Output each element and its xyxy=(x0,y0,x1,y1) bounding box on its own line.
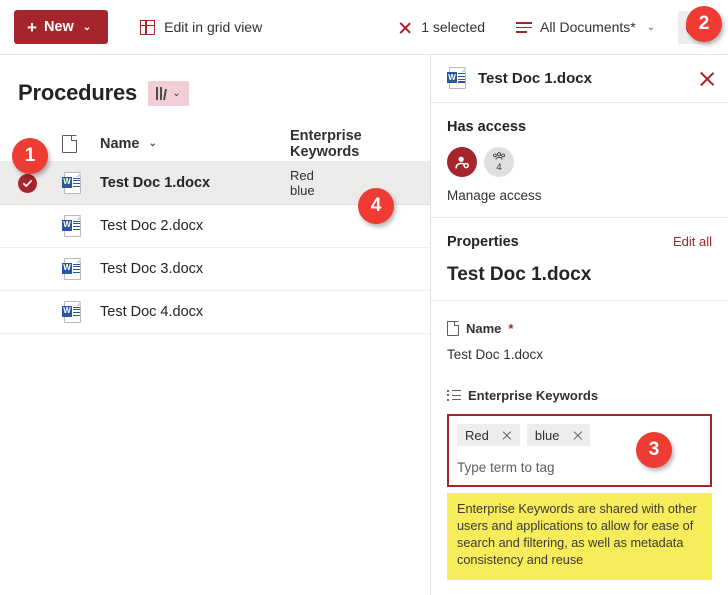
chevron-down-icon: ⌄ xyxy=(172,87,181,99)
document-icon xyxy=(62,134,77,153)
name-field-label: Name xyxy=(466,321,502,336)
access-avatars: 4 xyxy=(447,147,712,177)
word-file-icon: W xyxy=(62,171,100,195)
filter-list-icon xyxy=(515,19,532,36)
required-asterisk: * xyxy=(508,321,514,336)
tag-list-icon xyxy=(447,389,461,402)
has-access-section: Has access 4 Manage access xyxy=(431,103,728,217)
avatar-group[interactable]: 4 xyxy=(484,147,514,177)
table-row[interactable]: W Test Doc 3.docx xyxy=(0,248,430,291)
name-field: Name * Test Doc 1.docx xyxy=(431,321,728,362)
new-button[interactable]: + New ⌄ xyxy=(14,10,109,44)
divider xyxy=(431,300,728,301)
word-icon-letter: W xyxy=(62,176,72,188)
plus-icon: + xyxy=(27,17,37,37)
word-icon-letter: W xyxy=(62,305,72,317)
callout-badge-4: 4 xyxy=(358,188,394,224)
page-title: Procedures xyxy=(18,80,138,105)
details-panel-title: Test Doc 1.docx xyxy=(478,70,592,87)
command-bar: + New ⌄ Edit in grid view 1 selected All… xyxy=(0,0,728,55)
table-row[interactable]: W Test Doc 4.docx xyxy=(0,291,430,334)
enterprise-keywords-label-row: Enterprise Keywords xyxy=(447,388,712,403)
row-keywords[interactable]: Red blue xyxy=(290,168,430,198)
word-icon-letter: W xyxy=(62,262,72,274)
edit-all-link[interactable]: Edit all xyxy=(673,234,712,249)
name-field-label-row: Name * xyxy=(447,321,712,336)
close-icon xyxy=(396,19,413,36)
row-file-name[interactable]: Test Doc 1.docx xyxy=(100,175,290,191)
word-file-icon: W xyxy=(62,300,100,324)
person-icon xyxy=(454,156,469,169)
view-selector-label: All Documents* xyxy=(540,19,636,35)
properties-file-title: Test Doc 1.docx xyxy=(447,264,592,285)
columns-icon xyxy=(156,86,168,100)
word-file-icon: W xyxy=(447,67,467,90)
details-panel-header: W Test Doc 1.docx xyxy=(431,55,728,103)
document-icon xyxy=(447,321,459,336)
chevron-down-icon: ⌄ xyxy=(82,21,92,33)
details-panel: W Test Doc 1.docx Has access 4 Manage ac… xyxy=(430,55,728,595)
view-options-chip[interactable]: ⌄ xyxy=(148,80,189,106)
avatar[interactable] xyxy=(447,147,477,177)
new-button-label: New xyxy=(43,19,74,35)
remove-keyword-icon[interactable] xyxy=(502,430,513,441)
view-selector-button[interactable]: All Documents* ⌄ xyxy=(506,10,664,44)
access-group-count: 4 xyxy=(496,161,502,173)
enterprise-keywords-field: Enterprise Keywords xyxy=(431,388,728,403)
document-list-region: Procedures ⌄ Name ⌄ Enterprise Keywords xyxy=(0,55,430,595)
properties-section: Properties Edit all Test Doc 1.docx xyxy=(431,218,728,300)
list-column-header: Name ⌄ Enterprise Keywords xyxy=(0,126,430,162)
row-file-name[interactable]: Test Doc 3.docx xyxy=(100,261,290,277)
remove-keyword-icon[interactable] xyxy=(572,430,583,441)
library-title-row: Procedures ⌄ xyxy=(0,55,430,106)
name-field-value[interactable]: Test Doc 1.docx xyxy=(447,347,712,362)
close-icon[interactable] xyxy=(698,70,716,88)
sharepoint-document-library-screen: + New ⌄ Edit in grid view 1 selected All… xyxy=(0,0,728,595)
edit-in-grid-view-label: Edit in grid view xyxy=(164,19,263,35)
keyword-chip[interactable]: blue xyxy=(526,424,591,446)
chevron-down-icon: ⌄ xyxy=(148,138,157,149)
row-checkbox-selected[interactable] xyxy=(18,173,62,193)
keyword-chip-label: blue xyxy=(534,427,560,443)
row-file-name[interactable]: Test Doc 4.docx xyxy=(100,304,290,320)
manage-access-link[interactable]: Manage access xyxy=(447,188,712,203)
keyword-chip[interactable]: Red xyxy=(457,424,520,446)
enterprise-keywords-label: Enterprise Keywords xyxy=(468,388,599,403)
column-header-name-label: Name xyxy=(100,135,140,152)
edit-in-grid-view-button[interactable]: Edit in grid view xyxy=(130,10,271,44)
row-keyword-value: Red xyxy=(290,168,314,183)
selection-count-label: 1 selected xyxy=(421,19,486,35)
callout-badge-1: 1 xyxy=(12,138,48,174)
word-file-icon: W xyxy=(62,214,100,238)
callout-badge-3: 3 xyxy=(636,432,672,468)
people-icon xyxy=(493,152,505,160)
has-access-title: Has access xyxy=(447,119,527,135)
file-type-column-header[interactable] xyxy=(62,134,100,153)
word-icon-letter: W xyxy=(447,72,457,83)
properties-title: Properties xyxy=(447,234,519,250)
chevron-down-icon: ⌄ xyxy=(646,21,656,33)
column-header-name[interactable]: Name ⌄ xyxy=(100,136,290,152)
enterprise-keywords-input-box[interactable]: Red blue Type term to tag xyxy=(447,414,712,487)
grid-icon xyxy=(139,19,156,36)
keyword-chip-label: Red xyxy=(465,427,489,443)
checkmark-icon xyxy=(18,173,37,193)
enterprise-keywords-tooltip: Enterprise Keywords are shared with othe… xyxy=(447,493,712,580)
column-header-enterprise-keywords[interactable]: Enterprise Keywords xyxy=(290,128,430,160)
callout-badge-2: 2 xyxy=(686,6,722,42)
word-file-icon: W xyxy=(62,257,100,281)
clear-selection-button[interactable]: 1 selected xyxy=(387,10,494,44)
word-icon-letter: W xyxy=(62,219,72,231)
row-file-name[interactable]: Test Doc 2.docx xyxy=(100,218,290,234)
